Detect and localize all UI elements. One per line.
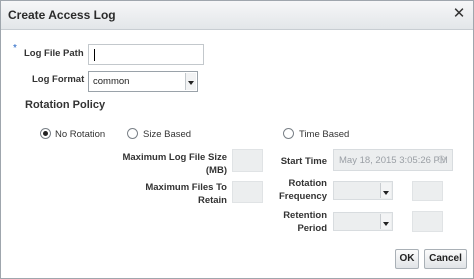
cancel-button[interactable]: Cancel: [424, 249, 467, 269]
create-access-log-dialog: Create Access Log ✕ * Log File Path Log …: [0, 0, 474, 279]
required-marker: *: [13, 43, 17, 54]
retention-period-select: [333, 212, 393, 231]
start-time-input: May 18, 2015 3:05:26 PM ◷: [333, 149, 453, 171]
max-files-to-retain-input: [232, 181, 263, 203]
radio-no-rotation[interactable]: [40, 128, 51, 139]
text-cursor: [94, 49, 95, 61]
rotation-frequency-select: [333, 181, 393, 200]
log-file-path-input[interactable]: [88, 44, 204, 65]
max-log-file-size-input: [232, 149, 263, 172]
retention-period-label: Retention Period: [283, 210, 327, 234]
log-format-value: common: [93, 76, 130, 87]
log-format-label: Log Format: [32, 74, 85, 85]
radio-no-rotation-label: No Rotation: [55, 129, 106, 140]
radio-time-based-label: Time Based: [299, 129, 350, 140]
log-format-select[interactable]: common: [88, 71, 198, 92]
dialog-title: Create Access Log: [8, 8, 116, 22]
rotation-policy-heading: Rotation Policy: [25, 99, 106, 111]
rotation-frequency-value-input: [412, 181, 443, 201]
retention-period-value-input: [412, 211, 443, 232]
ok-button[interactable]: OK: [395, 249, 419, 269]
radio-time-based[interactable]: [283, 128, 294, 139]
start-time-label: Start Time: [280, 156, 327, 167]
log-file-path-label: Log File Path: [24, 48, 84, 59]
chevron-down-icon: [380, 183, 391, 198]
radio-size-based[interactable]: [127, 128, 138, 139]
chevron-down-icon: [380, 214, 391, 229]
chevron-down-icon: [185, 73, 196, 90]
calendar-icon: ◷: [437, 154, 446, 165]
start-time-value: May 18, 2015 3:05:26 PM: [339, 155, 448, 166]
max-log-file-size-label: Maximum Log File Size (MB): [122, 152, 227, 176]
close-icon[interactable]: ✕: [452, 6, 466, 21]
max-files-to-retain-label: Maximum Files To Retain: [145, 182, 227, 206]
dialog-titlebar: Create Access Log ✕: [1, 1, 473, 30]
radio-size-based-label: Size Based: [143, 129, 192, 140]
rotation-frequency-label: Rotation Frequency: [278, 178, 327, 202]
